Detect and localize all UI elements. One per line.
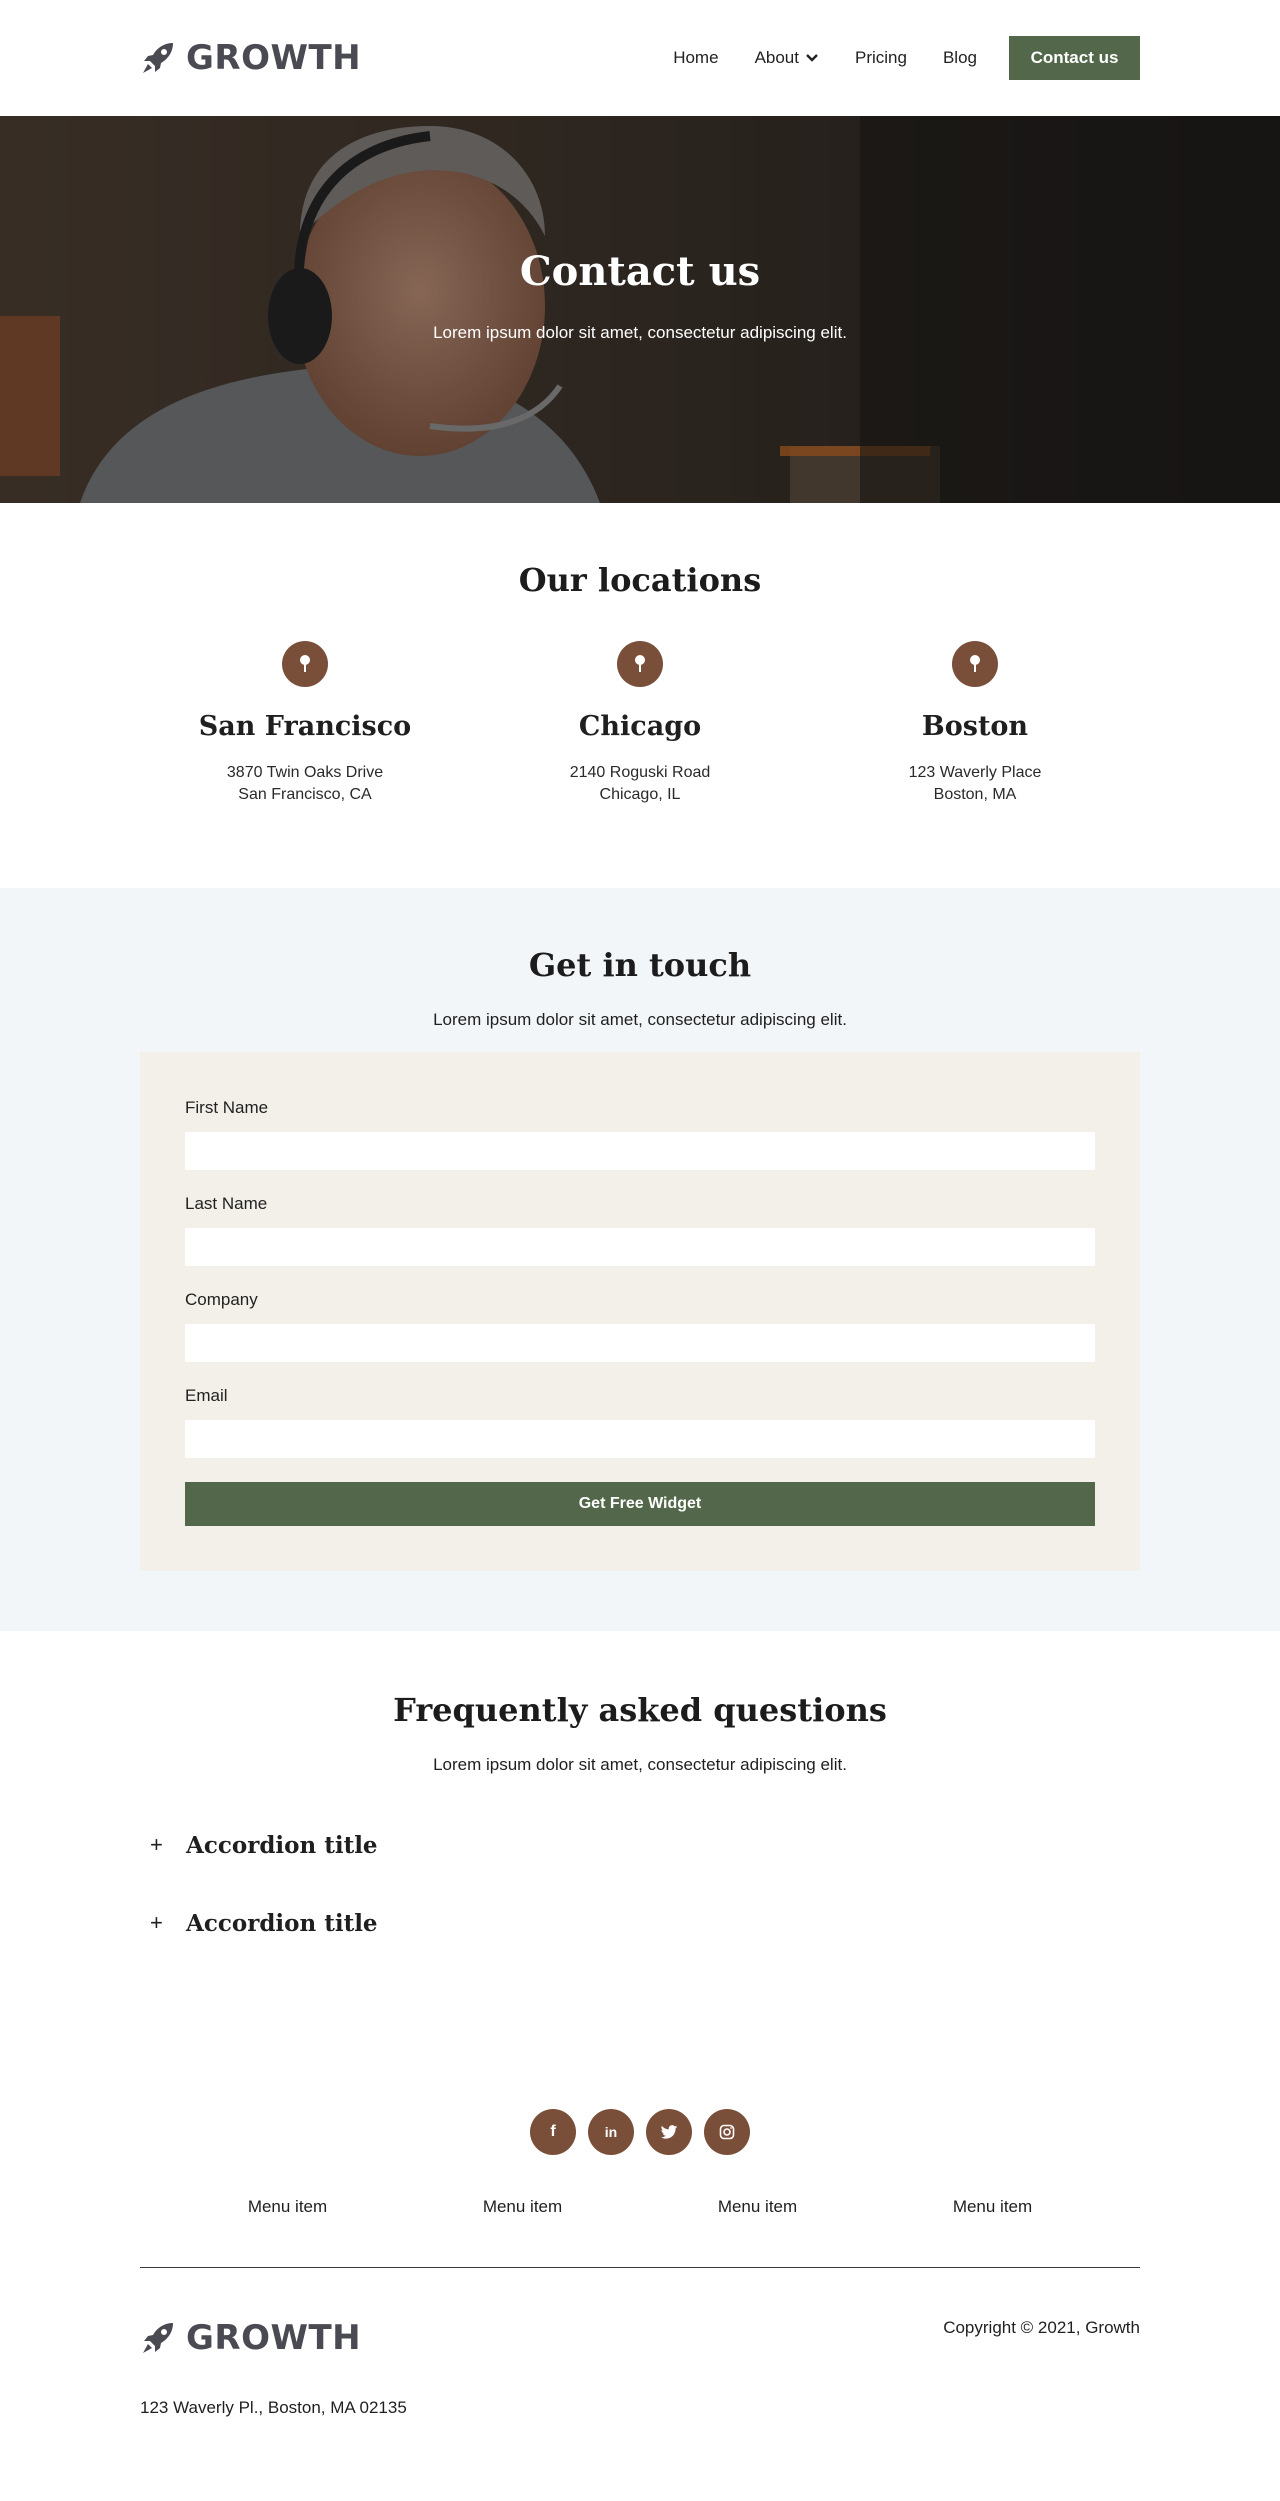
accordion-title: Accordion title <box>186 1831 378 1859</box>
hero-content: Contact us Lorem ipsum dolor sit amet, c… <box>0 248 1280 343</box>
copyright-text: Copyright © 2021, Growth <box>943 2318 1140 2337</box>
address-line: 3870 Twin Oaks Drive <box>226 764 384 781</box>
contact-us-button[interactable]: Contact us <box>1009 36 1140 80</box>
accordion-item[interactable]: + Accordion title <box>140 1905 1140 1941</box>
faq-section: Frequently asked questions Lorem ipsum d… <box>0 1631 1280 2063</box>
twitter-icon[interactable] <box>646 2109 692 2155</box>
location-card: Chicago 2140 Roguski Road Chicago, IL <box>475 641 805 806</box>
rocket-icon <box>143 43 173 73</box>
accordion-item[interactable]: + Accordion title <box>140 1827 1140 1863</box>
nav-pricing[interactable]: Pricing <box>855 48 907 68</box>
first-name-field[interactable] <box>185 1132 1095 1170</box>
contact-form: First Name Last Name Company Email Get F… <box>140 1052 1140 1571</box>
faq-header: Frequently asked questions Lorem ipsum d… <box>140 1691 1140 1775</box>
location-city: Chicago <box>578 711 702 742</box>
facebook-icon[interactable]: f <box>530 2109 576 2155</box>
footer-divider <box>140 2267 1140 2268</box>
social-links: f in <box>140 2109 1140 2155</box>
nav-about-label: About <box>754 48 799 67</box>
address-line: San Francisco, CA <box>238 786 372 803</box>
address-line: Boston, MA <box>933 786 1017 803</box>
top-nav: GROWTH Home About Pricing Blog Contact u… <box>0 0 1280 116</box>
address-line: Chicago, IL <box>599 786 681 803</box>
locations-grid: San Francisco 3870 Twin Oaks Drive San F… <box>140 641 1140 806</box>
footer-bottom-row: GROWTH Copyright © 2021, Growth <box>140 2318 1140 2358</box>
last-name-label: Last Name <box>185 1194 268 1213</box>
footer-brand-logo[interactable]: GROWTH <box>140 2318 361 2358</box>
instagram-icon[interactable] <box>704 2109 750 2155</box>
nav-home[interactable]: Home <box>673 48 718 68</box>
footer-menu: Menu item Menu item Menu item Menu item <box>140 2197 1140 2217</box>
location-card: Boston 123 Waverly Place Boston, MA <box>810 641 1140 806</box>
hero-section: Contact us Lorem ipsum dolor sit amet, c… <box>0 116 1280 503</box>
nav-links: Home About Pricing Blog Contact us <box>673 36 1140 80</box>
location-city: San Francisco <box>198 711 412 742</box>
facebook-glyph: f <box>550 2123 556 2140</box>
footer-address: 123 Waverly Pl., Boston, MA 02135 <box>140 2398 407 2417</box>
plus-icon: + <box>150 1910 163 1935</box>
location-address: 2140 Roguski Road Chicago, IL <box>570 762 711 806</box>
location-address: 3870 Twin Oaks Drive San Francisco, CA <box>227 762 383 806</box>
address-line: 2140 Roguski Road <box>569 764 711 781</box>
footer-menu-item[interactable]: Menu item <box>248 2197 327 2217</box>
contact-form-section: Get in touch Lorem ipsum dolor sit amet,… <box>0 888 1280 1631</box>
locations-section: Our locations San Francisco 3870 Twin Oa… <box>0 503 1280 888</box>
map-pin-icon <box>952 641 998 687</box>
first-name-label: First Name <box>185 1098 269 1117</box>
touch-subtitle: Lorem ipsum dolor sit amet, consectetur … <box>433 1010 847 1029</box>
rocket-icon <box>143 2323 173 2353</box>
hero-subtitle: Lorem ipsum dolor sit amet, consectetur … <box>433 323 847 342</box>
touch-title: Get in touch <box>528 946 752 984</box>
brand-name: GROWTH <box>186 38 362 78</box>
footer: f in Menu item Menu item Menu item Menu … <box>0 2063 1280 2478</box>
nav-blog[interactable]: Blog <box>943 48 977 68</box>
get-free-widget-button[interactable]: Get Free Widget <box>185 1482 1095 1526</box>
location-address: 123 Waverly Place Boston, MA <box>909 762 1042 806</box>
map-pin-icon <box>282 641 328 687</box>
map-pin-icon <box>617 641 663 687</box>
email-label: Email <box>185 1386 228 1405</box>
address-line: 123 Waverly Place <box>908 764 1042 781</box>
brand-logo[interactable]: GROWTH <box>140 38 361 78</box>
chevron-down-icon <box>806 54 818 62</box>
faq-title: Frequently asked questions <box>393 1691 887 1729</box>
last-name-field[interactable] <box>185 1228 1095 1266</box>
company-label: Company <box>185 1290 258 1309</box>
accordion-list: + Accordion title + Accordion title <box>140 1827 1140 1941</box>
nav-about[interactable]: About <box>755 48 819 68</box>
linkedin-glyph: in <box>604 2124 618 2140</box>
hero-title: Contact us <box>519 248 761 295</box>
footer-menu-item[interactable]: Menu item <box>483 2197 562 2217</box>
email-field[interactable] <box>185 1420 1095 1458</box>
company-field[interactable] <box>185 1324 1095 1362</box>
accordion-title: Accordion title <box>186 1909 378 1937</box>
footer-brand-name: GROWTH <box>186 2318 362 2358</box>
faq-subtitle: Lorem ipsum dolor sit amet, consectetur … <box>433 1755 847 1774</box>
location-card: San Francisco 3870 Twin Oaks Drive San F… <box>140 641 470 806</box>
footer-menu-item[interactable]: Menu item <box>718 2197 797 2217</box>
locations-title: Our locations <box>518 561 762 599</box>
footer-menu-item[interactable]: Menu item <box>953 2197 1032 2217</box>
linkedin-icon[interactable]: in <box>588 2109 634 2155</box>
location-city: Boston <box>921 711 1029 742</box>
plus-icon: + <box>150 1832 163 1857</box>
